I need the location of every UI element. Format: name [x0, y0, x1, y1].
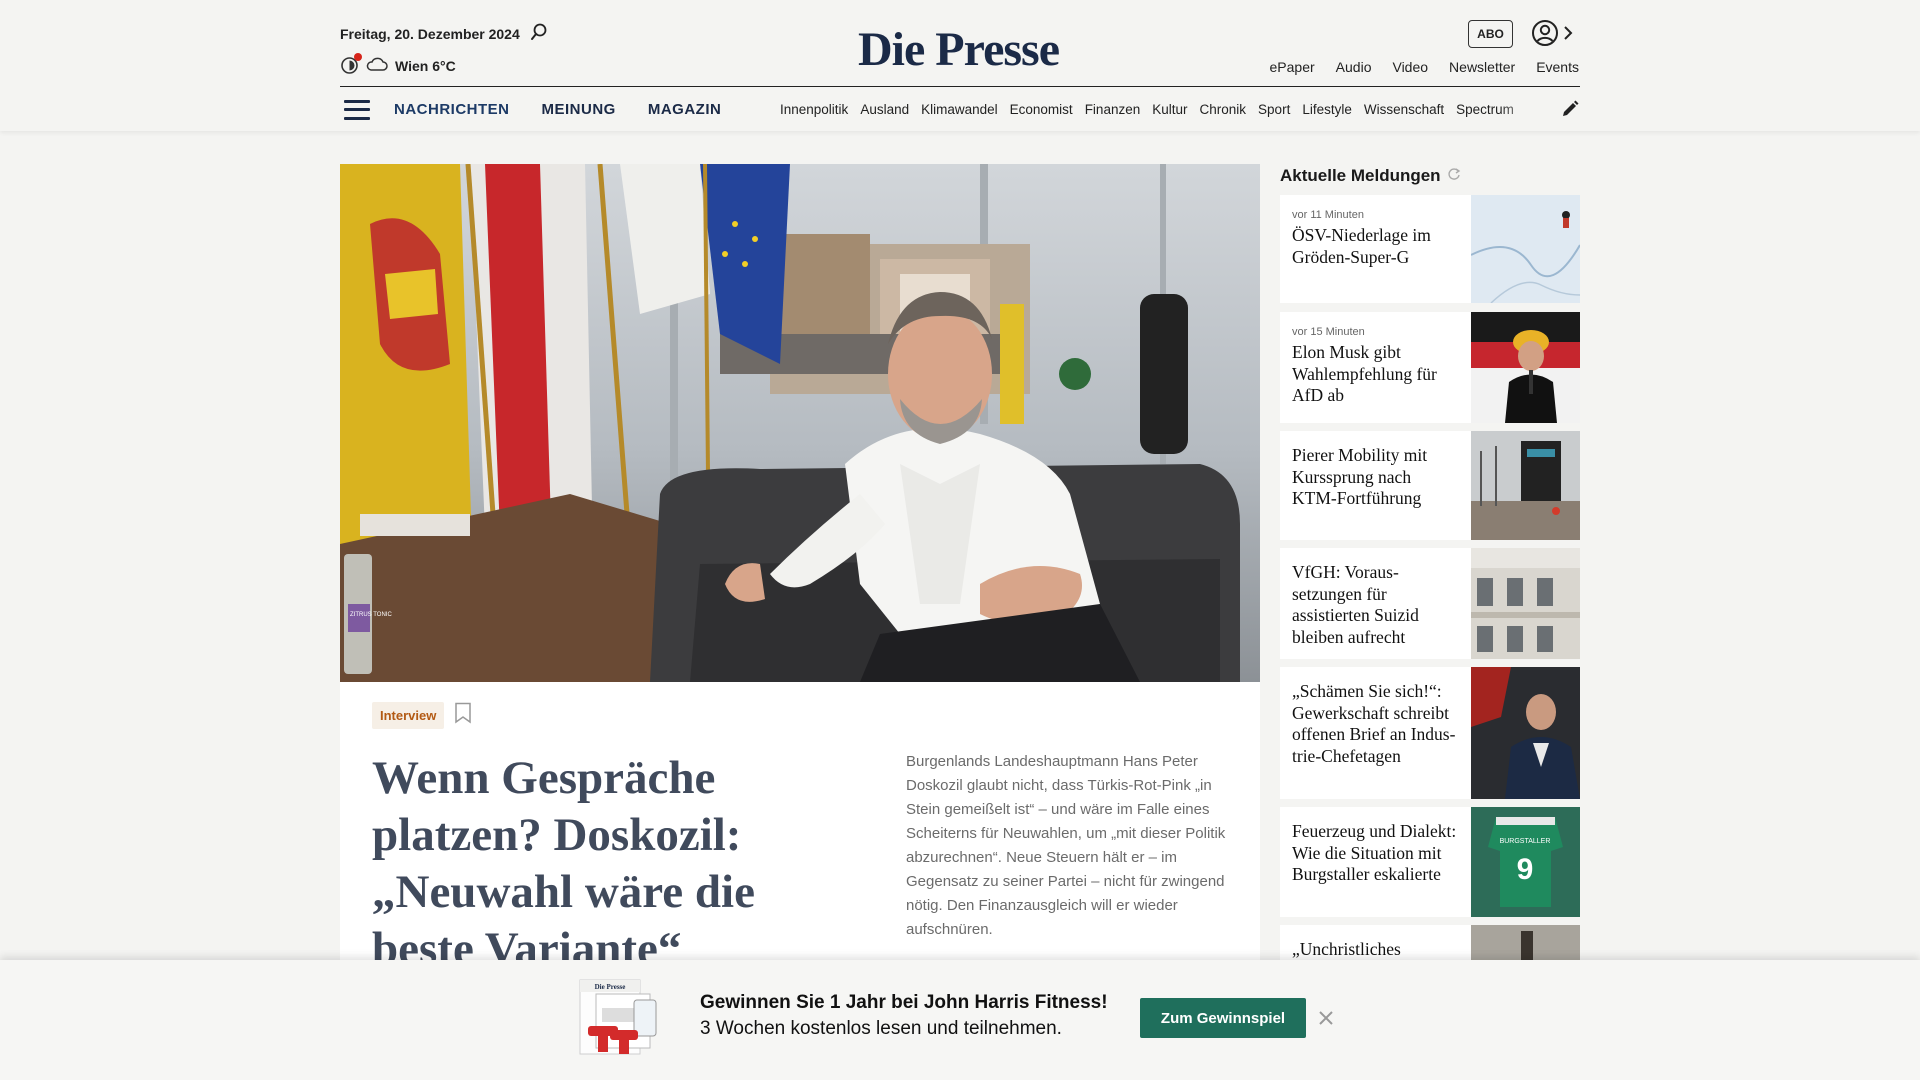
- link-audio[interactable]: Audio: [1336, 59, 1372, 75]
- news-item[interactable]: „Schämen Sie sich!“: Gewerkschaft schrei…: [1280, 667, 1580, 799]
- promo-image: Die Presse: [576, 978, 662, 1062]
- nav-nachrichten[interactable]: NACHRICHTEN: [394, 101, 510, 118]
- news-title[interactable]: Pierer Mobility mit Kurssprung nach KTM-…: [1292, 445, 1460, 510]
- article-tag[interactable]: Interview: [372, 702, 445, 729]
- article-meta: Interview: [372, 702, 472, 729]
- bookmark-icon[interactable]: [454, 702, 472, 729]
- promo-cta-button[interactable]: Zum Gewinnspiel: [1140, 998, 1306, 1038]
- news-item[interactable]: vor 15 Minuten Elon Musk gibt Wahlempfeh…: [1280, 312, 1580, 423]
- news-title[interactable]: „Schämen Sie sich!“: Gewerkschaft schrei…: [1292, 681, 1460, 767]
- news-title[interactable]: Feuerzeug und Dialekt: Wie die Situation…: [1292, 821, 1460, 886]
- link-epaper[interactable]: ePaper: [1270, 59, 1315, 75]
- news-thumbnail[interactable]: [1471, 312, 1580, 423]
- nav-chronik[interactable]: Chronik: [1200, 102, 1247, 117]
- promo-mini-logo: Die Presse: [595, 983, 626, 991]
- news-title[interactable]: Elon Musk gibt Wahlempfehlung für AfD ab: [1292, 342, 1460, 407]
- jersey-number: 9: [1517, 853, 1534, 886]
- nav-ausland[interactable]: Ausland: [860, 102, 909, 117]
- top-links: ePaper Audio Video Newsletter Events: [1270, 59, 1579, 75]
- news-thumbnail[interactable]: [1471, 667, 1580, 799]
- hero-image[interactable]: ZITRUS TONIC: [340, 164, 1260, 682]
- news-thumbnail[interactable]: 9 BURGSTALLER: [1471, 807, 1580, 917]
- abo-button[interactable]: ABO: [1468, 20, 1513, 48]
- refresh-icon[interactable]: [1447, 166, 1461, 186]
- site-logo[interactable]: Die Presse: [858, 22, 1060, 77]
- news-time: vor 15 Minuten: [1292, 326, 1365, 338]
- header-divider: [340, 86, 1580, 87]
- nav-wissenschaft[interactable]: Wissenschaft: [1364, 102, 1444, 117]
- nav-magazin[interactable]: MAGAZIN: [648, 101, 722, 118]
- pencil-icon[interactable]: [1560, 99, 1580, 119]
- current-date: Freitag, 20. Dezember 2024: [340, 26, 520, 42]
- nav-klimawandel[interactable]: Klimawandel: [921, 102, 998, 117]
- nav-kultur[interactable]: Kultur: [1152, 102, 1187, 117]
- section-nav: Innenpolitik Ausland Klimawandel Economi…: [780, 88, 1540, 131]
- article-headline[interactable]: Wenn Gespräche platzen? Doskozil: „Neuwa…: [372, 750, 792, 978]
- menu-icon[interactable]: [344, 99, 370, 120]
- link-newsletter[interactable]: Newsletter: [1449, 59, 1515, 75]
- promo-line2: 3 Wochen kostenlos lesen und teilnehmen.: [700, 1018, 1062, 1039]
- cloud-icon: [366, 57, 388, 74]
- news-time: vor 11 Minuten: [1292, 209, 1364, 221]
- news-thumbnail[interactable]: [1471, 431, 1580, 540]
- promo-text: Gewinnen Sie 1 Jahr bei John Harris Fitn…: [700, 990, 1108, 1042]
- nav-innenpolitik[interactable]: Innenpolitik: [780, 102, 848, 117]
- news-item[interactable]: „Unchristliches: [1280, 925, 1580, 965]
- search-icon[interactable]: [528, 21, 550, 43]
- weather-text: Wien 6°C: [395, 57, 456, 74]
- news-title[interactable]: „Unchristliches: [1292, 939, 1460, 961]
- weather-widget[interactable]: Wien 6°C: [340, 53, 456, 75]
- moon-icon: [340, 53, 362, 75]
- nav-spectrum[interactable]: Spectrum: [1456, 102, 1514, 117]
- site-header: Freitag, 20. Dezember 2024 Wien 6°C Die …: [0, 0, 1920, 131]
- article-lead: Burgenlands Landeshauptmann Hans Peter D…: [906, 753, 1226, 938]
- jersey-name: BURGSTALLER: [1500, 838, 1551, 845]
- news-thumbnail[interactable]: [1471, 195, 1580, 303]
- sidebar-title: Aktuelle Meldungen: [1280, 166, 1461, 186]
- user-icon: [1531, 19, 1559, 52]
- chevron-right-icon: [1563, 25, 1573, 46]
- close-icon[interactable]: [1316, 1008, 1336, 1028]
- hero-article[interactable]: ZITRUS TONIC Interview Wenn Gespräche pl…: [340, 164, 1260, 1080]
- nav-lifestyle[interactable]: Lifestyle: [1302, 102, 1352, 117]
- news-item[interactable]: VfGH: Voraus-setzungen für assistierten …: [1280, 548, 1580, 659]
- news-thumbnail[interactable]: [1471, 925, 1580, 965]
- link-events[interactable]: Events: [1536, 59, 1579, 75]
- nav-sport[interactable]: Sport: [1258, 102, 1290, 117]
- news-thumbnail[interactable]: [1471, 548, 1580, 659]
- news-title[interactable]: VfGH: Voraus-setzungen für assistierten …: [1292, 562, 1460, 648]
- news-item[interactable]: Feuerzeug und Dialekt: Wie die Situation…: [1280, 807, 1580, 917]
- nav-finanzen[interactable]: Finanzen: [1085, 102, 1141, 117]
- main-navigation: NACHRICHTEN MEINUNG MAGAZIN Innenpolitik…: [340, 88, 1580, 131]
- nav-economist[interactable]: Economist: [1010, 102, 1073, 117]
- bottle-label: ZITRUS TONIC: [350, 612, 392, 618]
- promo-banner: Die Presse Gewinnen Sie 1 Jahr bei John …: [0, 960, 1920, 1080]
- account-button[interactable]: [1531, 19, 1573, 52]
- news-item[interactable]: Pierer Mobility mit Kurssprung nach KTM-…: [1280, 431, 1580, 540]
- news-item[interactable]: vor 11 Minuten ÖSV-Niederlage im Gröden-…: [1280, 195, 1580, 303]
- sidebar-title-text: Aktuelle Meldungen: [1280, 166, 1441, 185]
- link-video[interactable]: Video: [1392, 59, 1428, 75]
- news-title[interactable]: ÖSV-Niederlage im Gröden-Super-G: [1292, 225, 1460, 268]
- nav-meinung[interactable]: MEINUNG: [542, 101, 616, 118]
- promo-line1: Gewinnen Sie 1 Jahr bei John Harris Fitn…: [700, 992, 1108, 1013]
